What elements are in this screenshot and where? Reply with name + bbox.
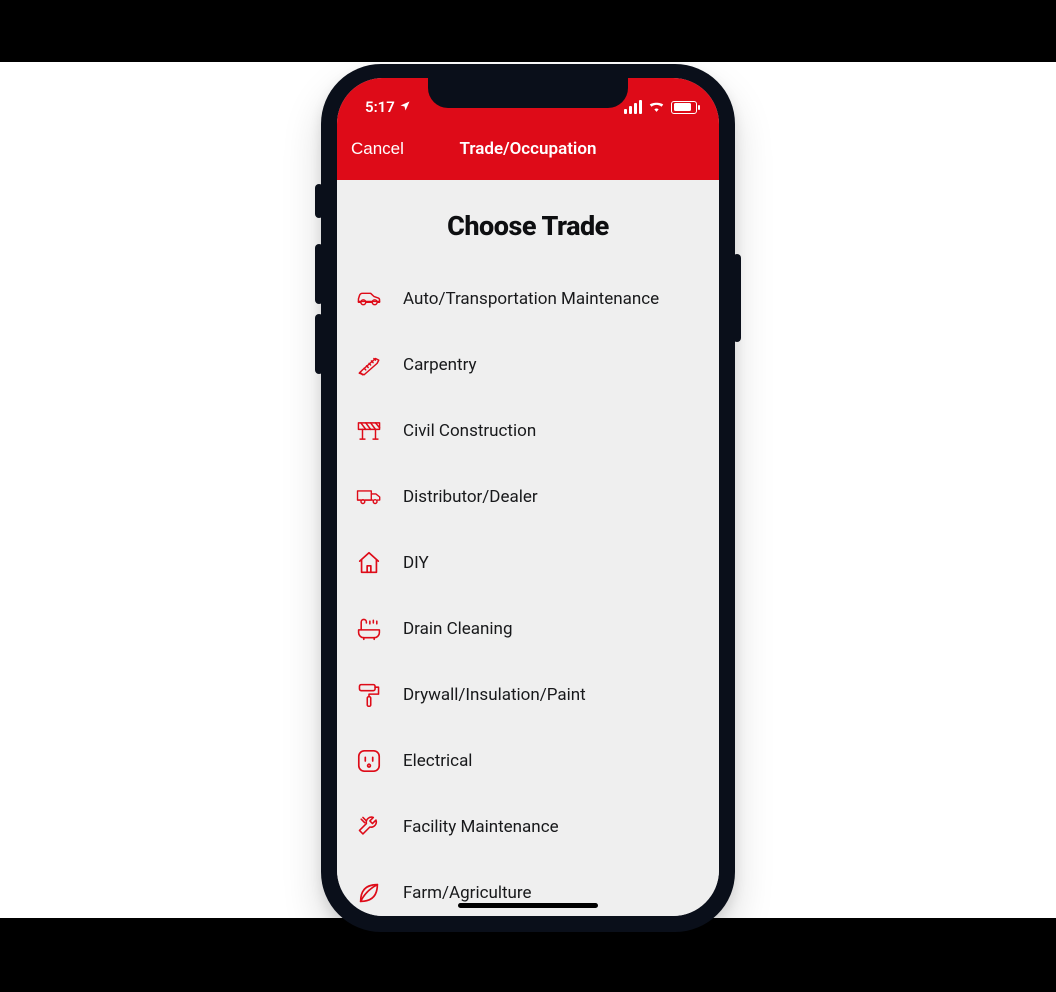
house-icon [355, 549, 383, 577]
tools-icon [355, 813, 383, 841]
location-icon [399, 98, 411, 116]
paint-roller-icon [355, 681, 383, 709]
trade-item-label: Auto/Transportation Maintenance [403, 289, 659, 309]
trade-item-label: Facility Maintenance [403, 817, 559, 837]
trade-item-drywall[interactable]: Drywall/Insulation/Paint [355, 662, 701, 728]
trade-item-label: DIY [403, 553, 429, 573]
saw-icon [355, 351, 383, 379]
cancel-button[interactable]: Cancel [351, 139, 404, 159]
trade-item-auto[interactable]: Auto/Transportation Maintenance [355, 266, 701, 332]
barrier-icon [355, 417, 383, 445]
side-button [315, 314, 323, 374]
truck-icon [355, 483, 383, 511]
leaf-icon [355, 879, 383, 907]
battery-icon [671, 101, 697, 114]
bathtub-icon [355, 615, 383, 643]
trade-item-label: Civil Construction [403, 421, 536, 441]
letterbox-top [0, 0, 1056, 62]
car-icon [355, 285, 383, 313]
status-time: 5:17 [365, 98, 395, 116]
cellular-icon [624, 100, 642, 114]
trade-item-civil[interactable]: Civil Construction [355, 398, 701, 464]
phone-screen: 5:17 Cancel Trade/Occupation [337, 78, 719, 916]
trade-item-distributor[interactable]: Distributor/Dealer [355, 464, 701, 530]
content-area: Choose Trade Auto/Transportation Mainten… [337, 180, 719, 916]
page-title: Choose Trade [337, 180, 719, 266]
side-button [315, 184, 323, 218]
phone-notch [428, 78, 628, 108]
trade-item-electrical[interactable]: Electrical [355, 728, 701, 794]
wifi-icon [648, 98, 665, 116]
trade-item-label: Electrical [403, 751, 472, 771]
side-button [315, 244, 323, 304]
trade-item-diy[interactable]: DIY [355, 530, 701, 596]
trade-item-label: Drain Cleaning [403, 619, 513, 639]
home-indicator [458, 903, 598, 908]
trade-item-facility[interactable]: Facility Maintenance [355, 794, 701, 860]
trade-list: Auto/Transportation Maintenance Carpentr… [337, 266, 719, 916]
trade-item-carpentry[interactable]: Carpentry [355, 332, 701, 398]
trade-item-drain[interactable]: Drain Cleaning [355, 596, 701, 662]
side-button [733, 254, 741, 342]
trade-item-label: Distributor/Dealer [403, 487, 538, 507]
trade-item-label: Carpentry [403, 355, 477, 375]
trade-item-label: Drywall/Insulation/Paint [403, 685, 586, 705]
trade-item-label: Farm/Agriculture [403, 883, 532, 903]
outlet-icon [355, 747, 383, 775]
phone-frame: 5:17 Cancel Trade/Occupation [321, 64, 735, 932]
